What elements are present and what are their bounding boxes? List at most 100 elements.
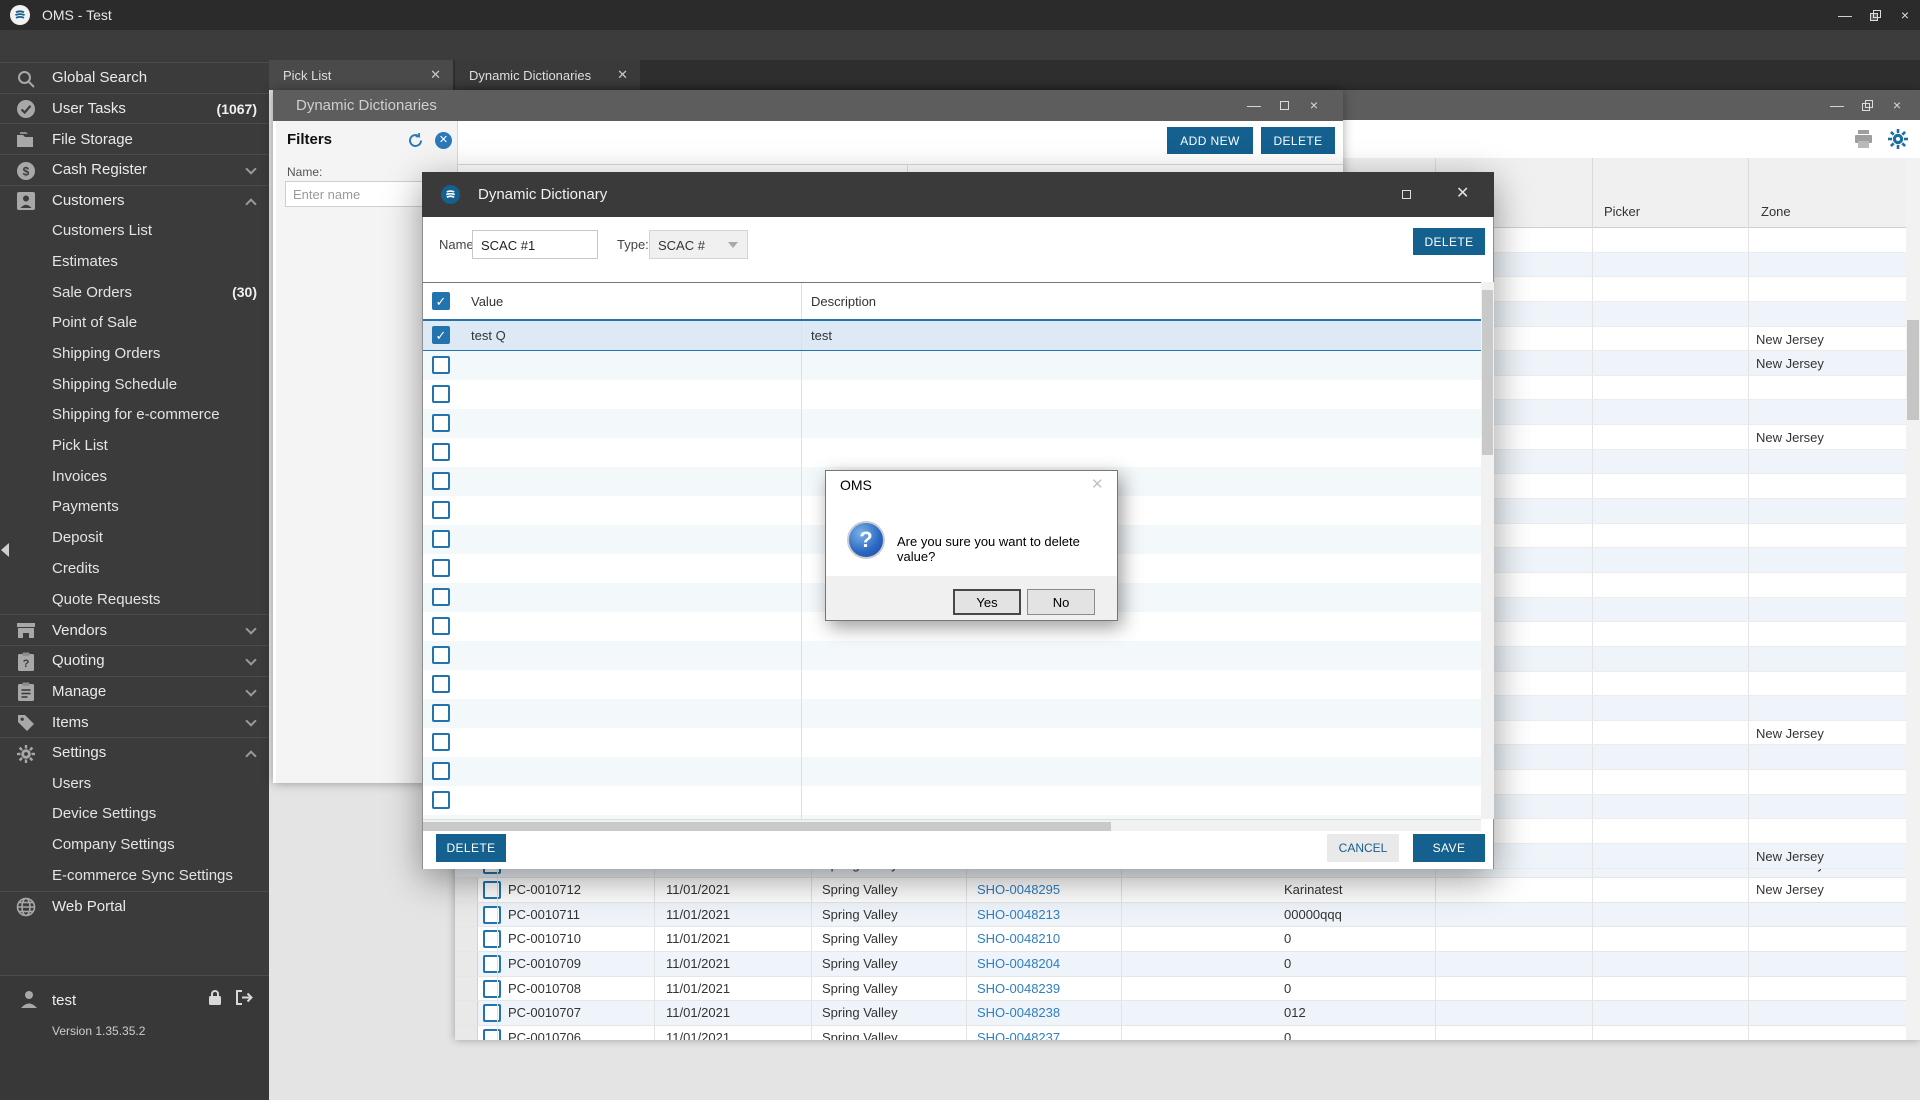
row-checkbox[interactable] <box>483 1004 501 1022</box>
lock-icon[interactable] <box>207 989 223 1011</box>
sidebar-item[interactable]: Shipping Schedule <box>0 369 269 400</box>
row-checkbox[interactable] <box>432 326 450 344</box>
row-checkbox[interactable] <box>432 414 450 432</box>
sidebar-item[interactable]: Payments <box>0 492 269 523</box>
sidebar-item[interactable]: Deposit <box>0 522 269 553</box>
table-row[interactable]: 11/01/2021 Spring Valley New Jersey <box>455 869 1906 878</box>
add-new-button[interactable]: ADD NEW <box>1167 127 1253 154</box>
empty-row[interactable] <box>423 699 1481 728</box>
yes-button[interactable]: Yes <box>953 589 1021 615</box>
empty-row[interactable] <box>423 380 1481 409</box>
print-icon[interactable] <box>1853 129 1874 154</box>
refresh-icon[interactable] <box>407 132 424 154</box>
sidebar-item[interactable]: Device Settings <box>0 799 269 830</box>
sho-link[interactable]: SHO-0048239 <box>977 981 1060 996</box>
row-checkbox[interactable] <box>432 530 450 548</box>
sidebar-item[interactable]: Estimates <box>0 246 269 277</box>
row-checkbox[interactable] <box>483 955 501 973</box>
empty-row[interactable] <box>423 641 1481 670</box>
row-checkbox[interactable] <box>432 762 450 780</box>
empty-row[interactable] <box>423 670 1481 699</box>
window-maximize-button[interactable] <box>1269 90 1299 120</box>
vertical-scrollbar[interactable] <box>1481 282 1494 819</box>
sidebar-item[interactable]: Shipping Orders <box>0 338 269 369</box>
window-minimize-button[interactable]: — <box>1822 90 1852 120</box>
sidebar-item[interactable]: Users <box>0 768 269 799</box>
row-checkbox[interactable] <box>432 617 450 635</box>
empty-row[interactable] <box>423 438 1481 467</box>
row-checkbox[interactable] <box>432 646 450 664</box>
row-checkbox[interactable] <box>432 356 450 374</box>
row-checkbox[interactable] <box>432 675 450 693</box>
tab-pick-list[interactable]: Pick List ✕ <box>269 60 453 90</box>
sho-link[interactable]: SHO-0048295 <box>977 882 1060 897</box>
row-checkbox[interactable] <box>432 443 450 461</box>
sidebar-item[interactable]: E-commerce Sync Settings <box>0 860 269 891</box>
sidebar-item[interactable]: Company Settings <box>0 829 269 860</box>
empty-row[interactable] <box>423 409 1481 438</box>
selected-row[interactable]: test Q test <box>423 321 1481 351</box>
type-dropdown[interactable]: SCAC # <box>649 230 748 259</box>
table-row[interactable]: PC-0010711 11/01/2021 Spring Valley SHO-… <box>455 903 1906 928</box>
column-header-description[interactable]: Description <box>811 294 876 309</box>
table-row[interactable]: PC-0010706 11/01/2021 Spring Valley SHO-… <box>455 1026 1906 1040</box>
app-minimize-button[interactable]: — <box>1830 0 1860 30</box>
column-header-value[interactable]: Value <box>471 294 503 309</box>
window-close-button[interactable]: × <box>1299 90 1329 120</box>
window-close-button[interactable]: × <box>1882 90 1912 120</box>
row-checkbox[interactable] <box>432 559 450 577</box>
sidebar-item[interactable]: Invoices <box>0 461 269 492</box>
row-checkbox[interactable] <box>432 588 450 606</box>
row-checkbox[interactable] <box>432 501 450 519</box>
cancel-button[interactable]: CANCEL <box>1327 834 1399 862</box>
column-header-picker[interactable]: Picker <box>1604 204 1640 219</box>
tab-dynamic-dictionaries[interactable]: Dynamic Dictionaries ✕ <box>455 60 640 90</box>
sidebar-item[interactable]: Point of Sale <box>0 308 269 339</box>
sidebar-collapse-arrow[interactable] <box>1 543 9 557</box>
row-checkbox[interactable] <box>483 881 501 899</box>
row-checkbox[interactable] <box>432 472 450 490</box>
sidebar-item[interactable]: Web Portal <box>0 891 269 922</box>
sidebar-item[interactable]: Global Search <box>0 62 269 93</box>
sidebar-item[interactable]: Pick List <box>0 430 269 461</box>
select-all-checkbox[interactable] <box>432 292 450 310</box>
empty-row[interactable] <box>423 351 1481 380</box>
sidebar-item[interactable]: Credits <box>0 553 269 584</box>
sidebar-item[interactable]: Settings <box>0 737 269 768</box>
dialog-close-button[interactable]: ✕ <box>1456 183 1469 203</box>
table-row[interactable]: PC-0010708 11/01/2021 Spring Valley SHO-… <box>455 977 1906 1002</box>
sho-link[interactable]: SHO-0048213 <box>977 907 1060 922</box>
delete-button[interactable]: DELETE <box>1261 127 1335 154</box>
sidebar-item[interactable]: User Tasks (1067) <box>0 93 269 124</box>
row-checkbox[interactable] <box>432 791 450 809</box>
sidebar-item[interactable]: Manage <box>0 676 269 707</box>
window-minimize-button[interactable]: — <box>1239 90 1269 120</box>
app-close-button[interactable]: × <box>1890 0 1920 30</box>
sidebar-item[interactable]: Shipping for e-commerce <box>0 400 269 431</box>
scrollbar-thumb[interactable] <box>423 822 1111 831</box>
window-restore-button[interactable] <box>1852 90 1882 120</box>
row-checkbox[interactable] <box>483 980 501 998</box>
sidebar-item[interactable]: Customers <box>0 185 269 216</box>
name-input[interactable]: SCAC #1 <box>472 230 598 259</box>
app-restore-button[interactable] <box>1860 0 1890 30</box>
tab-close-icon[interactable]: ✕ <box>617 67 628 83</box>
sho-link[interactable]: SHO-0048210 <box>977 931 1060 946</box>
table-row[interactable]: PC-0010710 11/01/2021 Spring Valley SHO-… <box>455 927 1906 952</box>
sidebar-item[interactable]: ? Quoting <box>0 645 269 676</box>
row-checkbox[interactable] <box>483 906 501 924</box>
delete-button[interactable]: DELETE <box>436 834 506 862</box>
vertical-scrollbar[interactable] <box>1906 158 1920 1040</box>
table-row[interactable]: PC-0010712 11/01/2021 Spring Valley SHO-… <box>455 878 1906 903</box>
logout-icon[interactable] <box>235 989 253 1011</box>
sidebar-item[interactable]: File Storage <box>0 123 269 154</box>
sidebar-item[interactable]: $ Cash Register <box>0 154 269 185</box>
row-checkbox[interactable] <box>432 385 450 403</box>
column-header-zone[interactable]: Zone <box>1761 204 1791 219</box>
sidebar-item[interactable]: Customers List <box>0 215 269 246</box>
tab-close-icon[interactable]: ✕ <box>430 67 441 83</box>
confirm-dialog-close-icon[interactable]: ✕ <box>1091 475 1104 493</box>
empty-row[interactable] <box>423 786 1481 815</box>
sho-link[interactable]: SHO-0048237 <box>977 1030 1060 1040</box>
scrollbar-thumb[interactable] <box>1907 320 1919 420</box>
